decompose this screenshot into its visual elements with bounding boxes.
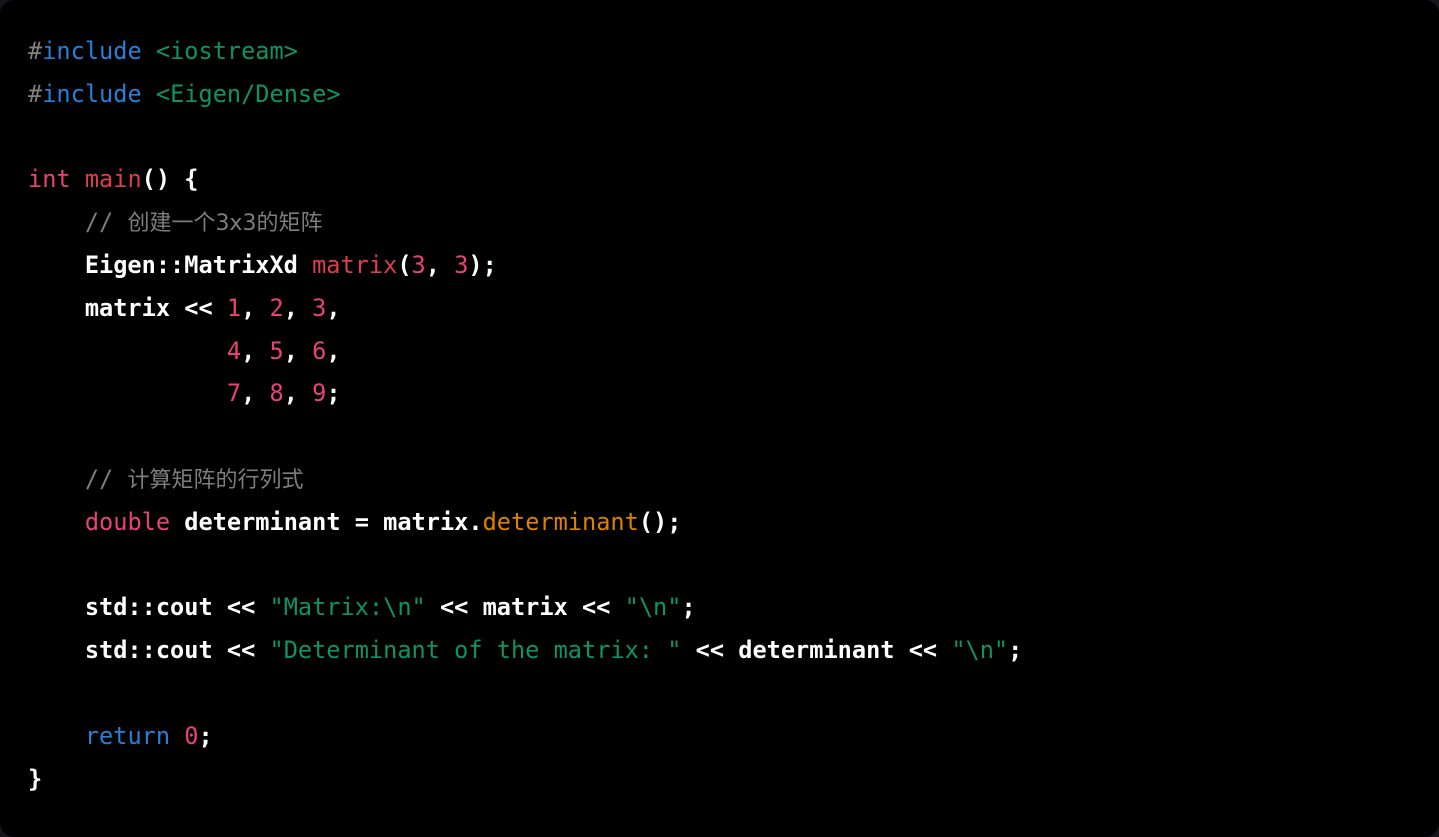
- code-line: [0, 415, 1022, 458]
- code-token-num: 9: [312, 379, 327, 408]
- code-token-plain: determinant = matrix.: [170, 507, 483, 536]
- code-token-punct: ,: [326, 336, 341, 365]
- code-token-comment-cjk: 计算矩阵的行列式: [127, 467, 304, 493]
- code-line: #include <Eigen/Dense>: [0, 73, 1022, 116]
- code-line: // 计算矩阵的行列式: [0, 458, 1022, 501]
- code-token-plain: matrix <<: [28, 293, 227, 322]
- code-line: 7, 8, 9;: [0, 372, 1022, 415]
- code-block[interactable]: #include <iostream> #include <Eigen/Dense…: [0, 0, 1022, 800]
- code-token-fn: matrix: [312, 250, 398, 279]
- code-token-punct: ;: [1008, 636, 1023, 665]
- code-token-num: 5: [269, 336, 284, 365]
- code-line: int main() {: [0, 158, 1022, 201]
- code-line: 4, 5, 6,: [0, 330, 1022, 373]
- code-token-num: 7: [226, 379, 242, 408]
- code-token-punct: ;: [681, 593, 696, 622]
- code-line: std::cout << "Determinant of the matrix:…: [0, 629, 1023, 672]
- code-token-num: 3: [312, 293, 327, 322]
- code-token-num: 0: [184, 721, 199, 750]
- code-token-num: 3: [411, 250, 426, 279]
- code-token-str: "\n": [624, 593, 682, 622]
- code-token-num: 1: [226, 293, 242, 322]
- code-token-punct: () {: [141, 165, 199, 194]
- code-line: [0, 116, 1022, 159]
- code-line: }: [0, 758, 1022, 801]
- code-token-type: int: [28, 165, 71, 194]
- code-line: // 创建一个3x3的矩阵: [0, 201, 1022, 244]
- code-token-punct: ,: [241, 379, 270, 408]
- code-token-num: 8: [269, 379, 284, 408]
- code-token-fn: main: [84, 165, 142, 194]
- code-line: std::cout << "Matrix:\n" << matrix << "\…: [0, 586, 1022, 629]
- code-token-num: 6: [312, 336, 327, 365]
- code-token-num: 4: [226, 336, 242, 365]
- code-token-punct: }: [28, 764, 43, 793]
- code-snippet-card: #include <iostream> #include <Eigen/Dense…: [0, 0, 1439, 837]
- code-token-comment-cjk: 创建一个3x3的矩阵: [127, 211, 323, 237]
- code-token-str: "\n": [951, 636, 1009, 665]
- code-line: Eigen::MatrixXd matrix(3, 3);: [0, 244, 1022, 287]
- code-token-punct: ,: [283, 336, 313, 365]
- code-token-num: 2: [269, 293, 284, 322]
- code-line: double determinant = matrix.determinant(…: [0, 501, 1022, 544]
- code-token-plain: std::cout <<: [28, 636, 270, 665]
- code-token-punct: );: [468, 250, 497, 279]
- code-token-type: double: [84, 507, 171, 536]
- code-token-str: "Matrix:\n": [269, 593, 426, 622]
- code-token-hash: #: [28, 79, 43, 108]
- code-token-punct: ,: [283, 293, 313, 322]
- code-token-ctrl: return: [84, 721, 171, 750]
- code-line: [0, 544, 1022, 587]
- code-token-punct: ,: [241, 336, 270, 365]
- code-token-punct: ;: [326, 379, 341, 408]
- code-token-plain: Eigen::MatrixXd: [28, 250, 313, 279]
- code-token-punct: ;: [198, 721, 213, 750]
- code-token-hash: #: [28, 37, 43, 65]
- code-token-pre: include: [42, 37, 142, 65]
- code-token-punct: ,: [326, 293, 341, 322]
- code-token-plain: std::cout <<: [28, 593, 270, 622]
- code-line: #include <iostream>: [0, 30, 1022, 73]
- code-token-punct: ();: [638, 507, 682, 536]
- code-token-header: <Eigen/Dense>: [155, 79, 341, 108]
- code-token-plain: << determinant <<: [681, 636, 952, 665]
- code-token-plain: << matrix <<: [425, 593, 625, 622]
- code-token-punct: ,: [283, 379, 313, 408]
- code-token-num: 3: [454, 250, 469, 279]
- code-token-str: "Determinant of the matrix: ": [269, 636, 682, 665]
- code-token-punct: ,: [241, 293, 270, 322]
- code-line: return 0;: [0, 715, 1022, 758]
- code-token-punct: (: [397, 250, 412, 279]
- code-token-header: <iostream>: [155, 37, 298, 65]
- code-token-punct: ,: [425, 250, 455, 279]
- code-line: [0, 672, 1022, 715]
- code-token-method: determinant: [482, 507, 639, 536]
- code-token-comment: //: [28, 208, 128, 237]
- code-line: matrix << 1, 2, 3,: [0, 287, 1022, 330]
- code-token-comment: //: [28, 464, 128, 493]
- code-token-pre: include: [42, 79, 142, 108]
